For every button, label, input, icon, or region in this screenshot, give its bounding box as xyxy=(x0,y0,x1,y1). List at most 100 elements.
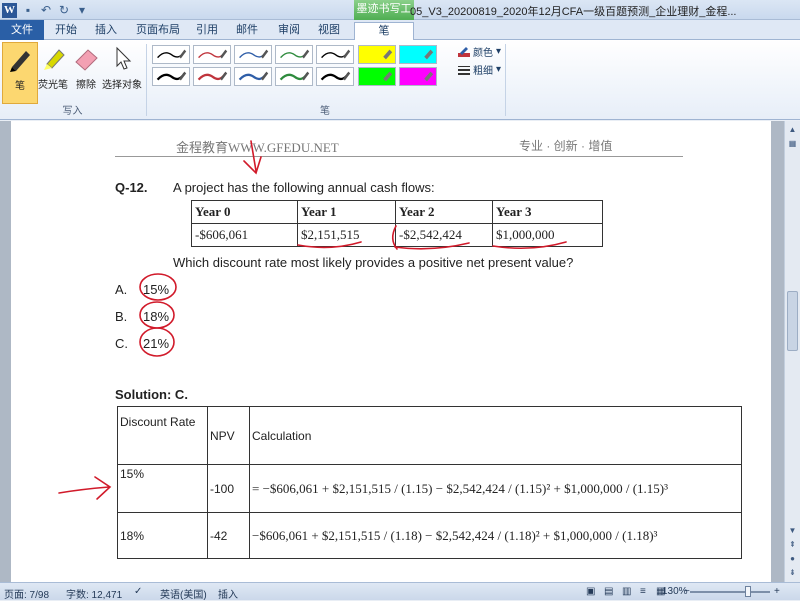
zoom-slider-knob[interactable] xyxy=(745,586,751,597)
header-right-text: 专业 · 创新 · 增值 xyxy=(519,139,613,153)
option-letter: C. xyxy=(115,336,128,351)
pen-stroke-preview xyxy=(321,49,351,59)
pen-style-swatch[interactable] xyxy=(234,67,272,86)
solution-rate-cell: 15% xyxy=(117,464,208,513)
undo-icon[interactable]: ↶ xyxy=(39,3,53,17)
pen-color-icon xyxy=(458,46,470,57)
web-layout-view-icon[interactable]: ▥ xyxy=(622,586,631,597)
document-page[interactable]: 金程教育WWW.GFEDU.NET 专业 · 创新 · 增值 Q-12. A p… xyxy=(11,121,771,582)
proofing-icon[interactable]: ✓ xyxy=(134,586,142,597)
ribbon-separator xyxy=(505,44,506,116)
pen-style-swatch[interactable] xyxy=(316,45,354,64)
pens-group-label: 笔 xyxy=(320,106,330,117)
ribbon: 笔 荧光笔 擦除 选择对象 写入 颜色 ▾ 粗细 ▾ 笔 xyxy=(0,40,800,120)
outline-view-icon[interactable]: ≡ xyxy=(640,586,646,597)
status-bar: 页面: 7/98 字数: 12,471 ✓ 英语(美国) 插入 ▣ ▤ ▥ ≡ … xyxy=(0,582,800,601)
save-icon[interactable]: ▪ xyxy=(21,3,35,17)
question-text: A project has the following annual cash … xyxy=(173,180,435,195)
tab-references[interactable]: 引用 xyxy=(192,22,222,40)
select-objects-button[interactable]: 选择对象 xyxy=(102,42,142,104)
question-prompt: Which discount rate most likely provides… xyxy=(173,255,574,270)
option-value: 21% xyxy=(143,336,170,351)
language-indicator[interactable]: 英语(美国) xyxy=(160,586,207,601)
page-indicator[interactable]: 页面: 7/98 xyxy=(4,586,49,601)
insert-mode[interactable]: 插入 xyxy=(218,586,238,601)
header-rule xyxy=(115,156,683,157)
solution-calculation-cell: = −$606,061 + $2,151,515 / (1.15) − $2,5… xyxy=(249,464,742,513)
cash-flow-header: Year 3 xyxy=(492,200,603,224)
pen-style-swatch[interactable] xyxy=(234,45,272,64)
browse-object-icon[interactable]: ● xyxy=(787,553,798,564)
highlighter-style-swatch[interactable] xyxy=(399,67,437,86)
highlighter-preview xyxy=(424,71,434,82)
option-value: 18% xyxy=(143,309,170,324)
option-letter: B. xyxy=(115,309,128,324)
tab-mailings[interactable]: 邮件 xyxy=(232,22,262,40)
pen-stroke-preview xyxy=(156,71,187,81)
scroll-down-icon[interactable]: ▼ xyxy=(787,525,798,536)
redo-icon[interactable]: ↻ xyxy=(57,3,71,17)
tab-review[interactable]: 审阅 xyxy=(274,22,304,40)
solution-label: Solution: C. xyxy=(115,387,188,402)
vertical-scrollbar[interactable]: ▲ ▦ ▼ ⇞ ● ⇟ xyxy=(784,121,800,582)
pen-style-swatch[interactable] xyxy=(152,45,190,64)
pen-thickness-button[interactable]: 粗细 ▾ xyxy=(458,62,501,77)
question-number: Q-12. xyxy=(115,180,148,195)
pen-tool-button[interactable]: 笔 xyxy=(2,42,38,104)
pen-color-button[interactable]: 颜色 ▾ xyxy=(458,44,501,59)
pen-style-swatch[interactable] xyxy=(316,67,354,86)
pen-thickness-label: 粗细 xyxy=(473,66,493,77)
solution-calculation-cell: −$606,061 + $2,151,515 / (1.18) − $2,542… xyxy=(249,512,742,559)
ruler-toggle-icon[interactable]: ▦ xyxy=(787,138,798,149)
zoom-out-icon[interactable]: − xyxy=(684,586,690,597)
pen-stroke-preview xyxy=(198,49,228,59)
cash-flow-header: Year 2 xyxy=(395,200,493,224)
pen-stroke-preview xyxy=(197,71,228,81)
tab-page-layout[interactable]: 页面布局 xyxy=(132,22,184,40)
next-page-icon[interactable]: ⇟ xyxy=(787,567,798,578)
tab-home[interactable]: 开始 xyxy=(50,22,82,40)
document-area[interactable]: 金程教育WWW.GFEDU.NET 专业 · 创新 · 增值 Q-12. A p… xyxy=(0,121,784,582)
full-screen-view-icon[interactable]: ▤ xyxy=(604,586,613,597)
highlighter-tool-button[interactable]: 荧光笔 xyxy=(38,42,68,104)
ink-arrow-left xyxy=(58,476,112,500)
eraser-tool-button[interactable]: 擦除 xyxy=(72,42,100,104)
solution-table: Discount Rate NPV Calculation 15% -100 =… xyxy=(117,406,742,559)
tab-file[interactable]: 文件 xyxy=(0,20,44,40)
select-objects-label: 选择对象 xyxy=(102,80,142,91)
highlighter-style-swatch[interactable] xyxy=(399,45,437,64)
scroll-thumb[interactable] xyxy=(787,291,798,351)
tab-insert[interactable]: 插入 xyxy=(90,22,122,40)
highlighter-tool-label: 荧光笔 xyxy=(38,80,68,91)
tab-pens[interactable]: 笔 xyxy=(354,22,414,40)
zoom-in-icon[interactable]: + xyxy=(774,586,780,597)
pen-style-swatch[interactable] xyxy=(275,45,313,64)
pen-style-swatch[interactable] xyxy=(152,67,190,86)
solution-rate-cell: 18% xyxy=(117,512,208,559)
scroll-up-icon[interactable]: ▲ xyxy=(787,124,798,135)
ribbon-separator xyxy=(146,44,147,116)
print-layout-view-icon[interactable]: ▣ xyxy=(586,586,595,597)
header-left-text: 金程教育WWW.GFEDU.NET xyxy=(176,140,339,155)
pen-style-swatch[interactable] xyxy=(275,67,313,86)
thickness-icon xyxy=(458,65,470,75)
option-c: C. 21% xyxy=(115,336,169,351)
highlighter-style-swatch[interactable] xyxy=(358,45,396,64)
pen-stroke-preview xyxy=(279,71,310,81)
solution-header-npv: NPV xyxy=(207,406,250,465)
word-app-icon[interactable]: W xyxy=(2,2,17,18)
customize-dropdown-icon[interactable]: ▾ xyxy=(75,3,89,17)
select-arrow-icon xyxy=(108,44,136,72)
cash-flow-table: Year 0 Year 1 Year 2 Year 3 -$606,061 $2… xyxy=(191,200,603,247)
solution-header-rate: Discount Rate xyxy=(117,406,208,465)
pen-style-swatch[interactable] xyxy=(193,45,231,64)
prev-page-icon[interactable]: ⇞ xyxy=(787,539,798,550)
highlighter-preview xyxy=(424,49,434,60)
zoom-slider[interactable] xyxy=(690,591,770,593)
tab-view[interactable]: 视图 xyxy=(314,22,344,40)
word-count[interactable]: 字数: 12,471 xyxy=(66,586,122,601)
highlighter-style-swatch[interactable] xyxy=(358,67,396,86)
pen-style-swatch[interactable] xyxy=(193,67,231,86)
eraser-tool-label: 擦除 xyxy=(76,80,96,91)
option-a: A. 15% xyxy=(115,282,169,297)
